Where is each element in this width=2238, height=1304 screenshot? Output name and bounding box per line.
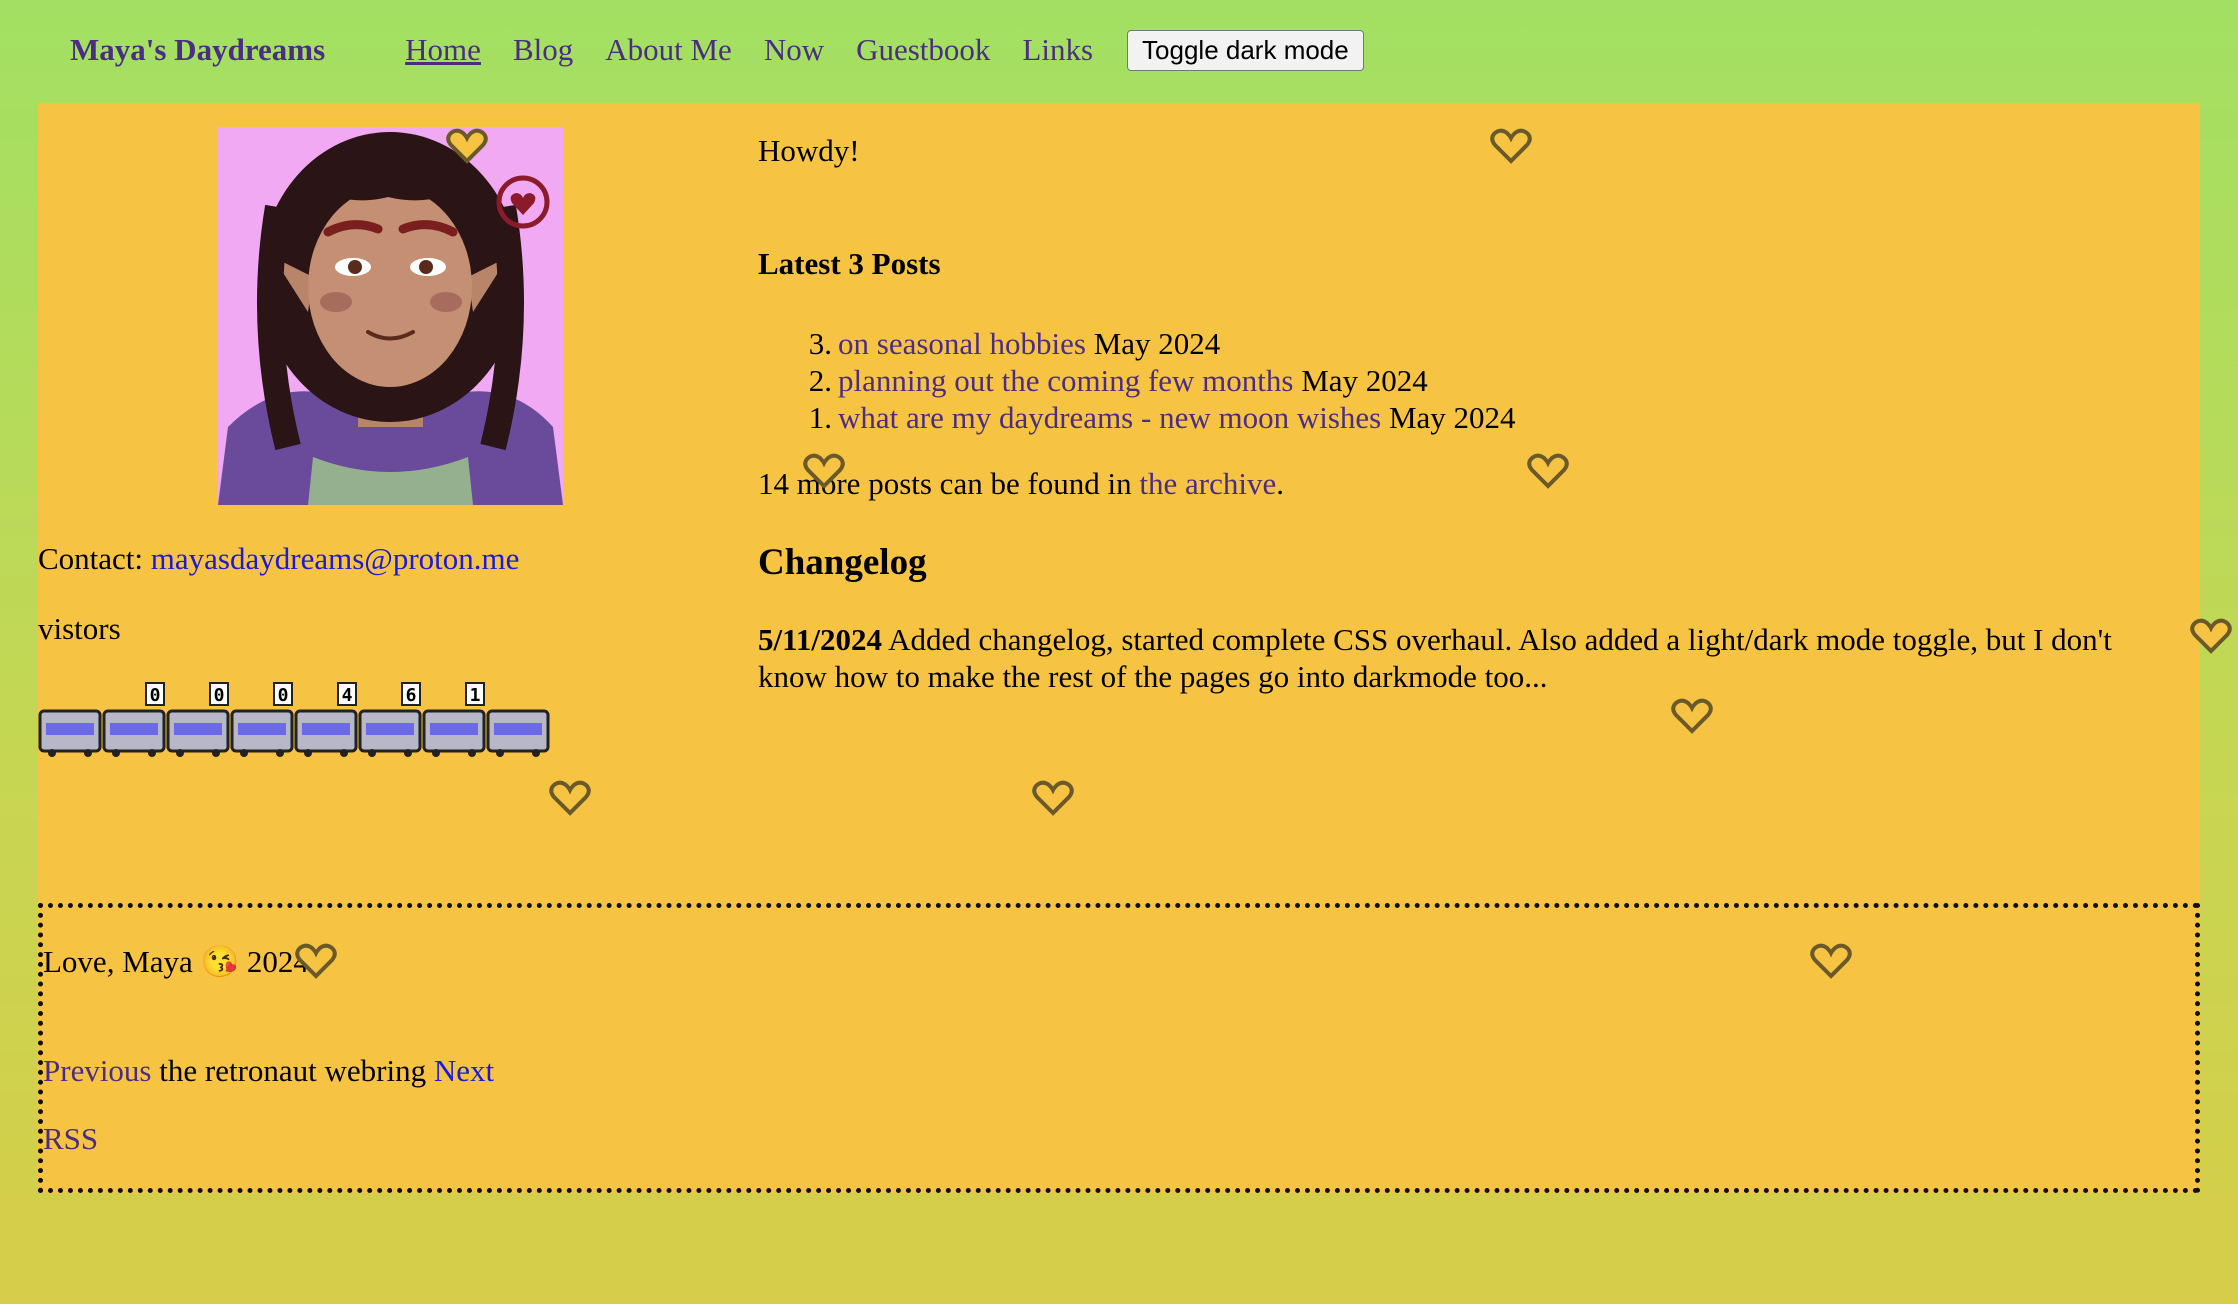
nav-link-links[interactable]: Links — [1022, 32, 1093, 68]
nav-link-blog[interactable]: Blog — [513, 32, 573, 68]
changelog-text: Added changelog, started complete CSS ov… — [758, 622, 2112, 694]
archive-prefix: 14 more posts can be found in — [758, 466, 1132, 501]
changelog-entry: 5/11/2024 Added changelog, started compl… — [758, 621, 2188, 695]
visitors-label: vistors — [38, 611, 121, 646]
latest-posts-list: 3. on seasonal hobbies May 2024 2. plann… — [758, 325, 1516, 436]
list-item: 3. on seasonal hobbies May 2024 — [758, 325, 1516, 362]
greeting: Howdy! — [758, 133, 860, 168]
nav-link-about-me[interactable]: About Me — [605, 32, 732, 68]
webring-nav: Previous the retronaut webring Next — [43, 1053, 494, 1089]
nav-link-guestbook[interactable]: Guestbook — [856, 32, 990, 68]
webring-previous-link[interactable]: Previous — [43, 1053, 152, 1088]
contact-label: Contact: — [38, 541, 144, 576]
signoff: Love, Maya 😘 2024 — [43, 944, 309, 979]
archive-line: 14 more posts can be found in the archiv… — [758, 466, 1284, 502]
webring-next-link[interactable]: Next — [434, 1053, 494, 1088]
counter-digit: 0 — [150, 685, 161, 706]
changelog-heading: Changelog — [758, 542, 927, 583]
list-item: 2. planning out the coming few months Ma… — [758, 362, 1516, 399]
post-date: May 2024 — [1301, 363, 1428, 398]
nav-link-now[interactable]: Now — [764, 32, 824, 68]
changelog-date: 5/11/2024 — [758, 622, 883, 657]
visitor-counter-train: 0 0 0 4 6 1 — [38, 681, 558, 761]
top-nav: Maya's Daydreams Home Blog About Me Now … — [0, 0, 2238, 100]
counter-digit: 0 — [214, 685, 225, 706]
site-title[interactable]: Maya's Daydreams — [70, 32, 325, 68]
archive-suffix: . — [1276, 466, 1284, 501]
post-number: 2. — [808, 363, 832, 398]
rss-link[interactable]: RSS — [43, 1121, 98, 1157]
counter-digit: 1 — [470, 685, 481, 706]
post-number: 3. — [808, 326, 832, 361]
post-date: May 2024 — [1093, 326, 1221, 361]
latest-posts-heading: Latest 3 Posts — [758, 246, 941, 281]
webring-name: the retronaut webring — [159, 1053, 427, 1088]
post-link[interactable]: on seasonal hobbies — [838, 325, 1086, 362]
contact-email-link[interactable]: mayasdaydreams@proton.me — [151, 541, 520, 576]
counter-digit: 6 — [406, 685, 417, 706]
post-link[interactable]: planning out the coming few months — [838, 362, 1293, 399]
post-number: 1. — [808, 400, 832, 435]
archive-link[interactable]: the archive — [1139, 466, 1276, 501]
footer: Love, Maya 😘 2024 Previous the retronaut… — [38, 903, 2200, 1193]
post-link[interactable]: what are my daydreams - new moon wishes — [838, 399, 1381, 436]
toggle-dark-mode-button[interactable]: Toggle dark mode — [1127, 29, 1364, 71]
avatar — [218, 127, 563, 505]
counter-digit: 4 — [342, 685, 353, 706]
nav-link-home[interactable]: Home — [405, 32, 481, 68]
counter-digit: 0 — [278, 685, 289, 706]
list-item: 1. what are my daydreams - new moon wish… — [758, 399, 1516, 436]
post-date: May 2024 — [1388, 400, 1516, 435]
contact-line: Contact: mayasdaydreams@proton.me — [38, 541, 519, 577]
main-panel: Contact: mayasdaydreams@proton.me vistor… — [38, 103, 2200, 1193]
